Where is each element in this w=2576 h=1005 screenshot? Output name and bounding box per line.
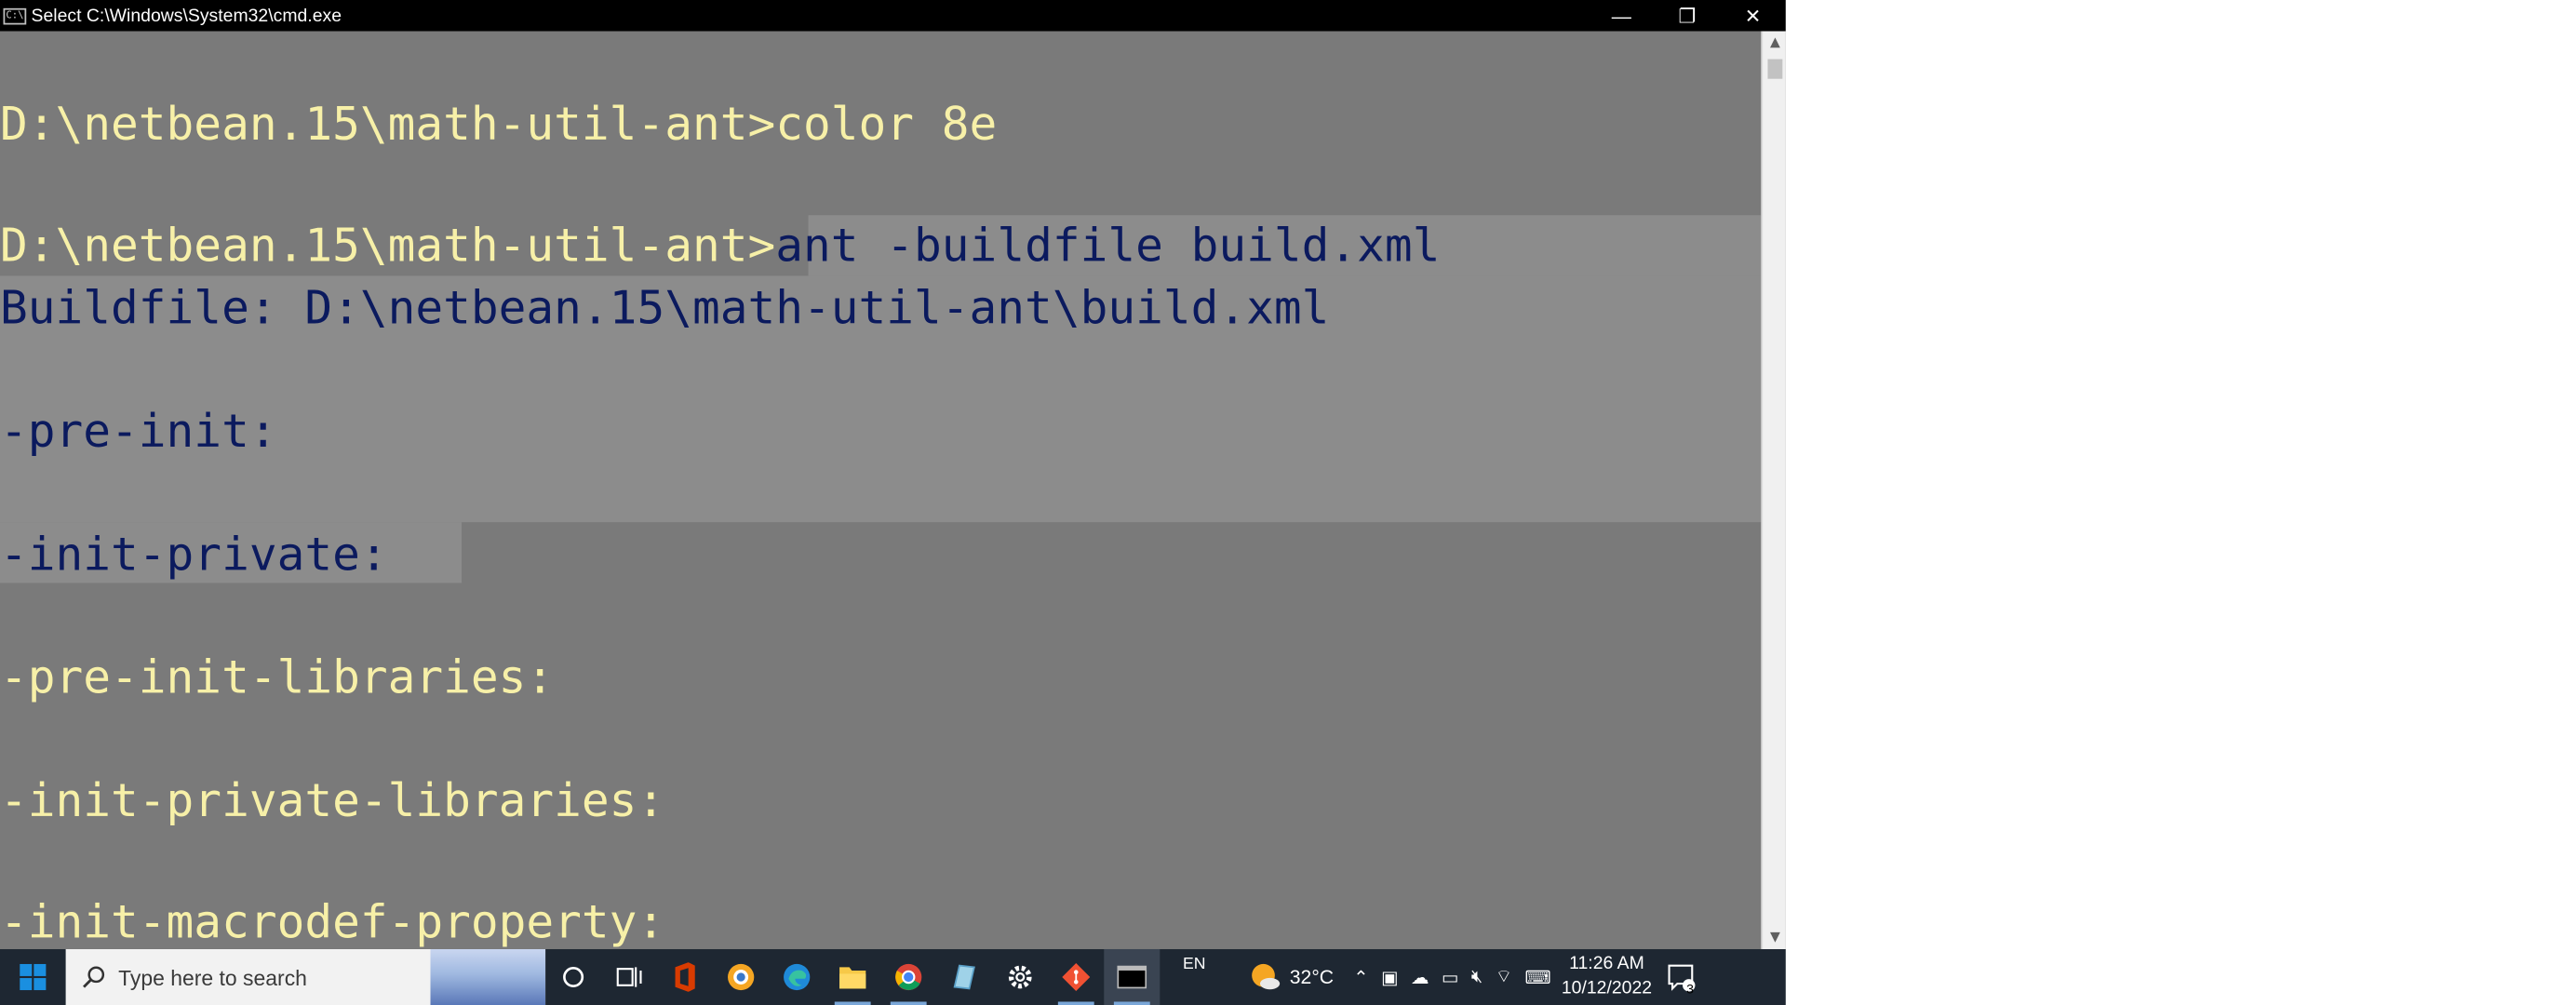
cmd-taskbar-button[interactable] [1104,948,1161,1005]
file-explorer-button[interactable] [825,949,880,1005]
console-line: D:\netbean.15\math-util-ant>color 8e [0,94,997,154]
terminal-icon [1117,965,1147,989]
notes-app-icon [953,964,975,990]
office-icon [675,962,695,992]
console-line: -pre-init: [0,404,277,459]
desktop-blank-area [1785,0,2576,1005]
search-box[interactable]: Type here to search [65,948,546,1005]
console-line: -init-private: [0,527,388,582]
prompt-text: D:\netbean.15\math-util-ant> [0,218,776,273]
console-line: D:\netbean.15\math-util-ant>ant -buildfi… [0,215,1440,275]
cmd-icon: C:\ [3,7,27,24]
task-view-icon [616,967,642,987]
temperature-text: 32°C [1289,965,1335,989]
notes-button[interactable] [936,949,992,1005]
weather-widget[interactable]: 32°C [1249,949,1348,1005]
battery-icon[interactable]: ▭ [1442,967,1458,987]
console-output[interactable]: D:\netbean.15\math-util-ant>color 8e D:\… [0,31,1762,949]
prompt-text: D:\netbean.15\math-util-ant> [0,97,776,152]
cortana-button[interactable] [545,949,601,1005]
chevron-up-icon[interactable]: ⌃ [1353,967,1368,987]
coccoc-browser-icon [728,963,755,991]
notification-count: 3 [1686,982,1695,998]
cmd-window: C:\ Select C:\Windows\System32\cmd.exe —… [0,0,1786,949]
start-button[interactable] [0,949,66,1005]
git-button[interactable] [1048,949,1104,1005]
edge-button[interactable] [769,949,825,1005]
volume-muted-icon[interactable]: 🔇︎ [1471,967,1483,988]
edge-icon [784,963,811,991]
meet-now-icon[interactable]: ▣ [1381,967,1398,987]
gear-icon [1008,965,1032,989]
chrome-button[interactable] [880,949,936,1005]
clock-date: 10/12/2022 [1561,978,1653,998]
console-line: -init-macrodef-property: [0,894,665,949]
clock[interactable]: 11:26 AM 10/12/2022 [1558,953,1657,1002]
close-button[interactable]: ✕ [1720,0,1786,32]
scroll-down-icon[interactable]: ▼ [1763,926,1786,949]
scrollbar-thumb[interactable] [1767,59,1783,79]
window-title: Select C:\Windows\System32\cmd.exe [31,6,342,26]
git-icon [1062,963,1091,991]
weather-sun-cloud-icon [1252,963,1281,990]
cortana-icon [563,966,584,988]
search-icon [83,966,105,988]
office-button[interactable] [657,949,713,1005]
clock-time: 11:26 AM [1569,954,1644,974]
restore-button[interactable]: ❐ [1655,0,1721,32]
windows-icon [20,963,47,991]
browser-button[interactable] [713,949,769,1005]
console-line: -init-private-libraries: [0,773,665,828]
onedrive-icon[interactable]: ☁ [1411,967,1429,987]
minimize-button[interactable]: — [1589,0,1655,32]
taskbar: Type here to search EN 32°C ⌃ ▣ ☁ ▭ 🔇︎ ⌔… [0,948,1786,1005]
chrome-icon [895,963,922,991]
task-view-button[interactable] [601,949,657,1005]
system-tray: ⌃ ▣ ☁ ▭ 🔇︎ ⌔ ⌨ [1348,949,1558,1005]
search-highlight-image [430,948,546,1005]
title-bar[interactable]: C:\ Select C:\Windows\System32\cmd.exe —… [0,0,1786,32]
search-placeholder: Type here to search [118,964,307,990]
vertical-scrollbar[interactable]: ▲ ▼ [1761,31,1786,949]
action-center-button[interactable]: 3 [1656,949,1705,1005]
settings-button[interactable] [992,949,1048,1005]
language-indicator[interactable]: EN [1183,949,1249,1005]
console-line: -pre-init-libraries: [0,650,555,705]
folder-icon [839,967,866,989]
keyboard-icon[interactable]: ⌨ [1525,967,1551,987]
scroll-up-icon[interactable]: ▲ [1763,32,1786,55]
network-icon[interactable]: ⌔ [1496,966,1512,989]
command-text: ant -buildfile build.xml [775,218,1441,273]
command-text: color 8e [775,97,998,152]
console-line: Buildfile: D:\netbean.15\math-util-ant\b… [0,280,1330,335]
